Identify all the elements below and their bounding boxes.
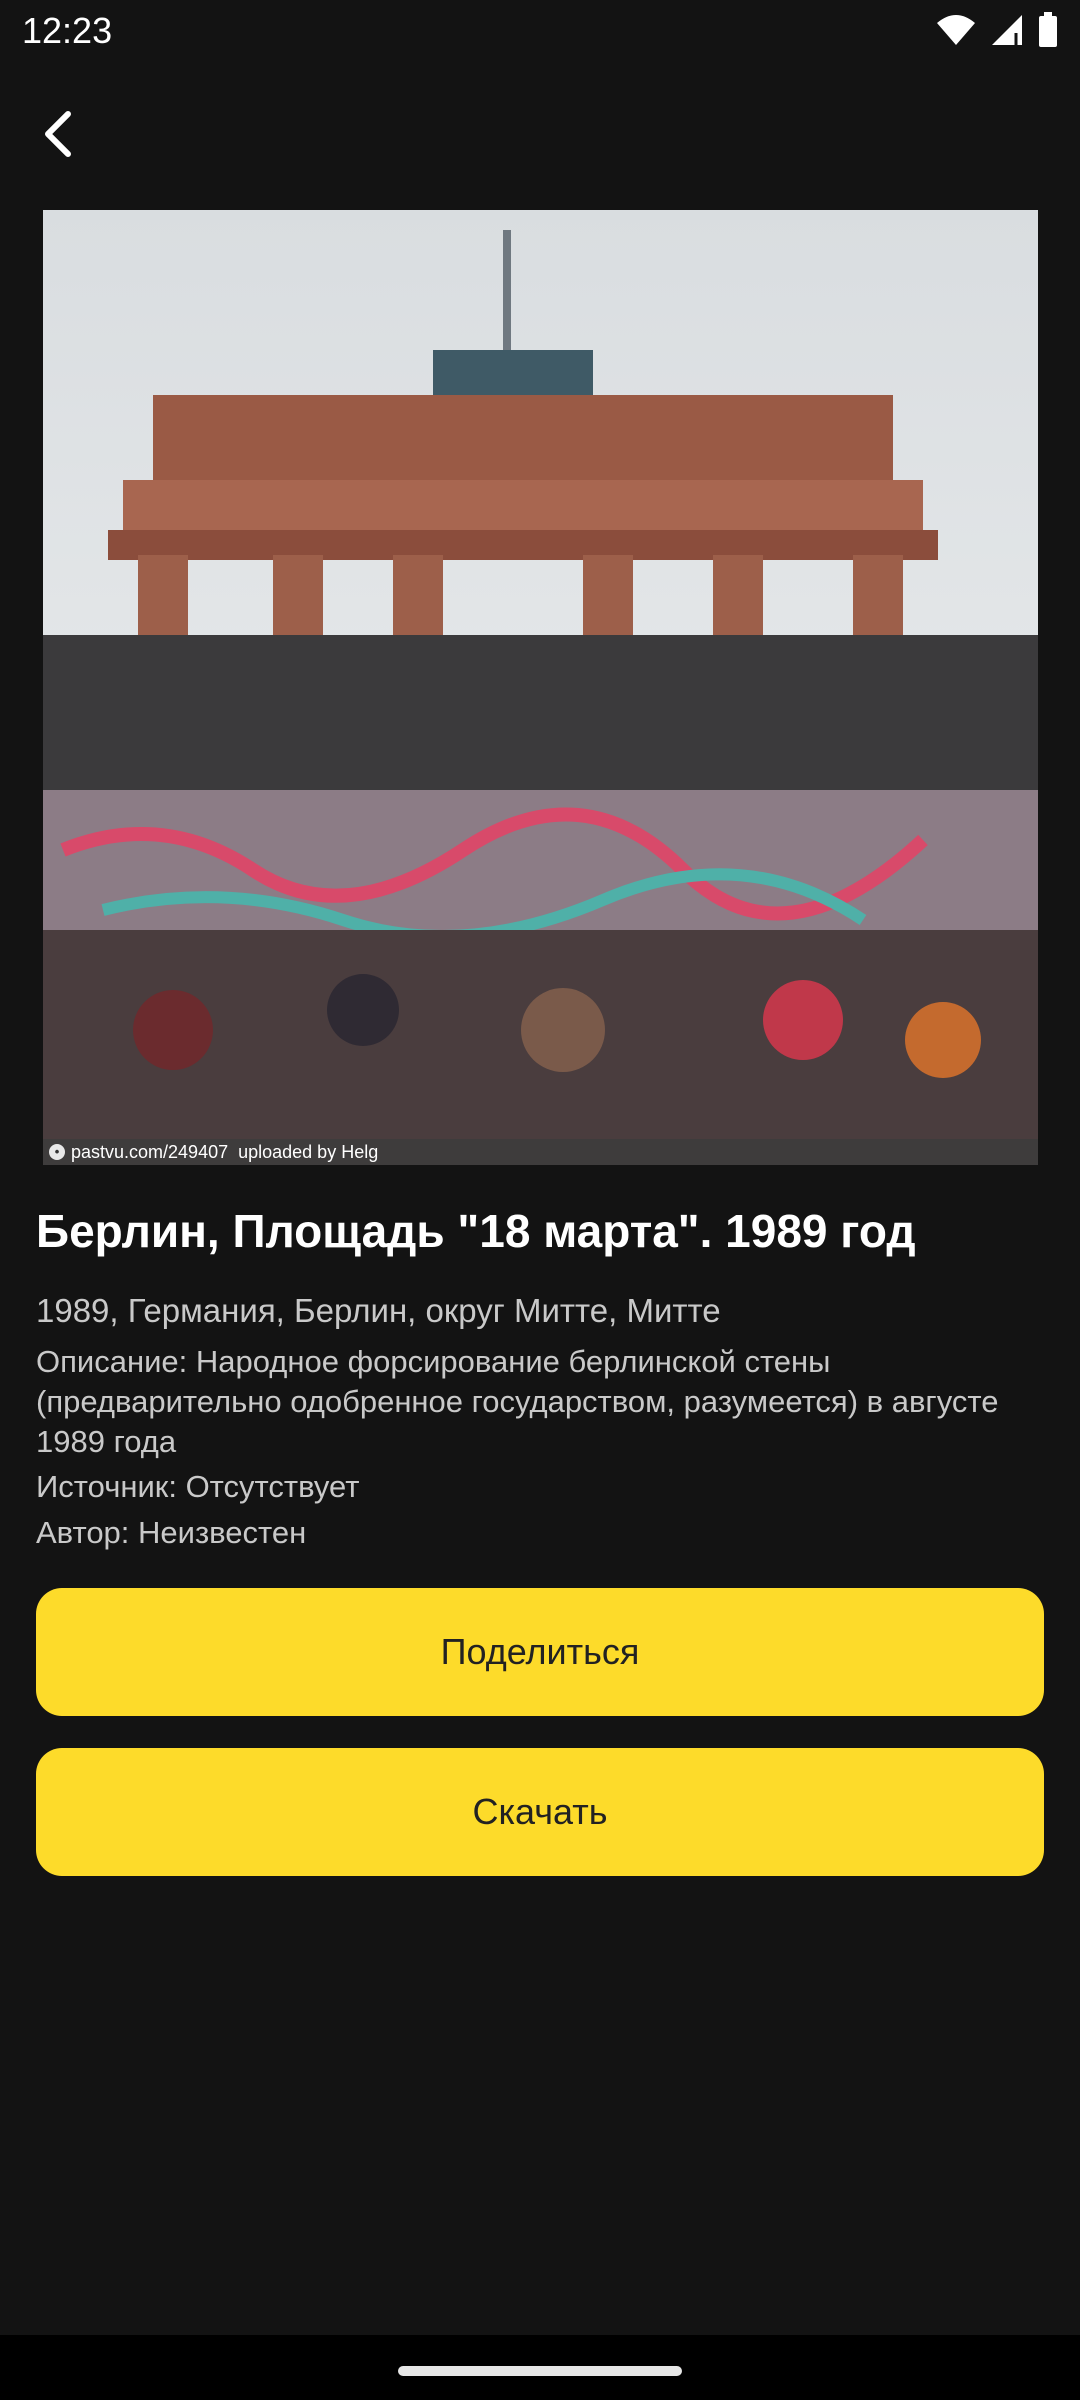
status-bar: 12:23 (0, 0, 1080, 64)
camera-icon: • (49, 1144, 65, 1160)
home-indicator[interactable] (398, 2366, 682, 2376)
photo[interactable]: • pastvu.com/249407 uploaded by Helg (43, 210, 1038, 1165)
download-button[interactable]: Скачать (36, 1748, 1044, 1876)
photo-author: Автор: Неизвестен (36, 1515, 307, 1550)
photo-description: Описание: Народное форсирование берлинск… (36, 1344, 999, 1459)
photo-source: Источник: Отсутствует (36, 1469, 360, 1504)
share-button[interactable]: Поделиться (36, 1588, 1044, 1716)
status-time: 12:23 (22, 10, 113, 51)
signal-icon (990, 13, 1024, 52)
back-button[interactable] (24, 96, 92, 176)
battery-icon (1038, 12, 1058, 53)
photo-location: 1989, Германия, Берлин, округ Митте, Мит… (36, 1292, 721, 1329)
photo-caption: • pastvu.com/249407 uploaded by Helg (43, 1139, 1038, 1165)
caption-uploader: uploaded by Helg (238, 1141, 379, 1162)
photo-title: Берлин, Площадь "18 марта". 1989 год (36, 1205, 916, 1257)
photo-image (43, 210, 1038, 1165)
status-icons (936, 12, 1058, 53)
chevron-left-icon (38, 109, 78, 164)
caption-url: pastvu.com/249407 (71, 1141, 229, 1162)
wifi-icon (936, 13, 976, 52)
